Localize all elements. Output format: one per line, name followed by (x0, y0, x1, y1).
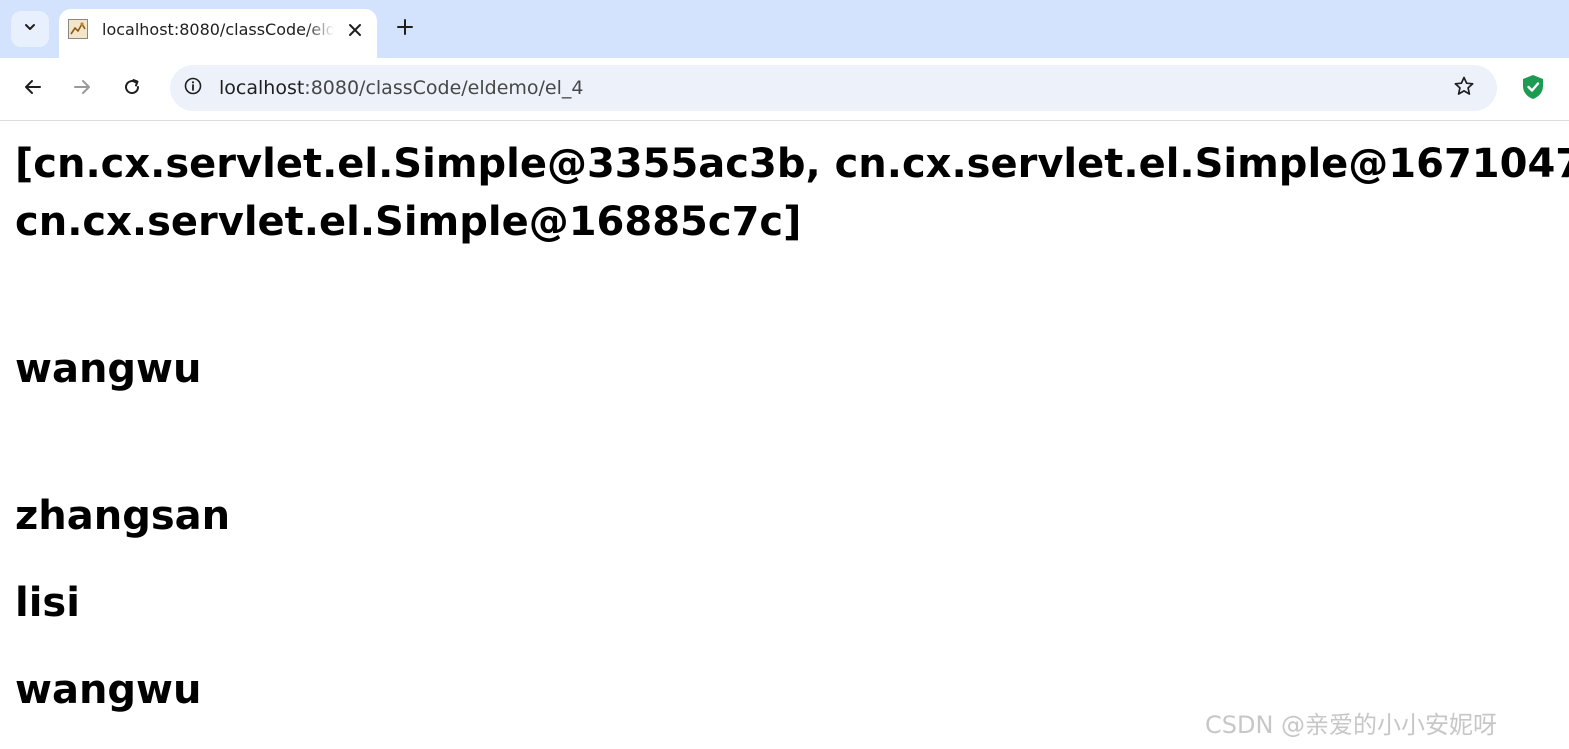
tomcat-favicon-icon (68, 19, 88, 39)
tab-close-icon[interactable] (343, 18, 367, 42)
arrow-right-icon (72, 77, 92, 101)
info-icon (184, 77, 202, 99)
url-path: :8080/classCode/eldemo/el_4 (304, 77, 584, 99)
url-text[interactable]: localhost:8080/classCode/eldemo/el_4 (219, 76, 583, 100)
browser-toolbar: localhost:8080/classCode/eldemo/el_4 (0, 58, 1569, 120)
list-output-line-1: [cn.cx.servlet.el.Simple@3355ac3b, cn.cx… (15, 141, 1569, 187)
shield-check-icon (1520, 73, 1546, 105)
tab-search-button[interactable] (11, 11, 49, 47)
reload-button[interactable] (115, 72, 149, 106)
new-tab-button[interactable] (390, 14, 420, 44)
reload-icon (122, 77, 142, 101)
tab-title: localhost:8080/classCode/eldemo/el_4 (102, 20, 334, 39)
url-host: localhost (219, 77, 305, 99)
address-bar[interactable]: localhost:8080/classCode/eldemo/el_4 (170, 65, 1497, 111)
chevron-down-icon (22, 19, 38, 39)
back-button[interactable] (16, 72, 50, 106)
name-heading-2: zhangsan (15, 493, 231, 539)
browser-window: localhost:8080/classCode/eldemo/el_4 (0, 0, 1569, 749)
arrow-left-icon (23, 77, 43, 101)
name-heading-4: wangwu (15, 667, 202, 713)
star-icon (1453, 75, 1475, 101)
forward-button[interactable] (65, 72, 99, 106)
extension-button[interactable] (1516, 72, 1550, 106)
site-info-button[interactable] (178, 73, 208, 103)
name-heading-1: wangwu (15, 346, 202, 392)
bookmark-button[interactable] (1449, 73, 1479, 103)
tab-strip: localhost:8080/classCode/eldemo/el_4 (0, 0, 1569, 58)
name-heading-3: lisi (15, 580, 80, 626)
list-output-line-2: cn.cx.servlet.el.Simple@16885c7c] (15, 199, 802, 245)
tab-active[interactable]: localhost:8080/classCode/eldemo/el_4 (59, 9, 377, 58)
plus-icon (396, 18, 414, 40)
page-content: [cn.cx.servlet.el.Simple@3355ac3b, cn.cx… (0, 121, 1569, 749)
watermark: CSDN @亲爱的小小安妮呀 (1205, 711, 1498, 739)
